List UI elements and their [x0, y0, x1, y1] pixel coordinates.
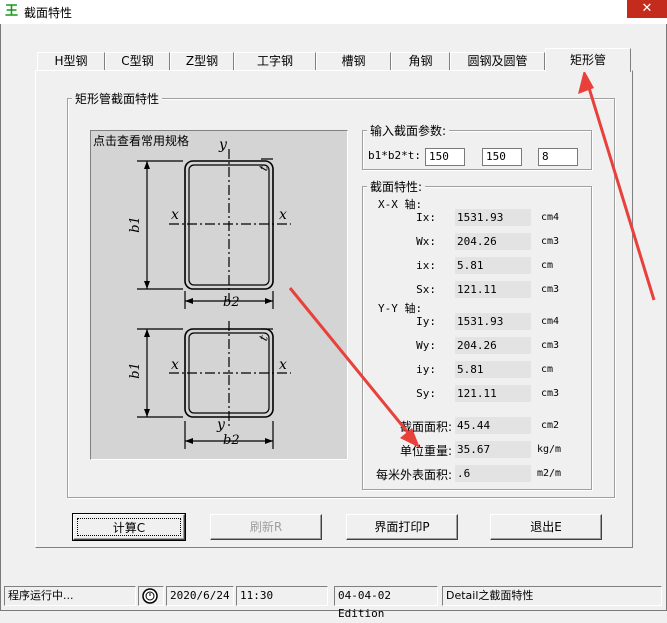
tab-h-steel[interactable]: H型钢	[37, 52, 105, 70]
wx-label: Wx:	[416, 235, 436, 248]
b2-input[interactable]: 150	[482, 148, 522, 166]
status-time: 11:30	[236, 586, 328, 606]
tab-channel[interactable]: 槽钢	[316, 52, 391, 70]
close-button[interactable]: ✕	[627, 0, 667, 18]
diagram-bottom-b1-label: b1	[127, 362, 143, 379]
sy-value: 121.11	[455, 385, 531, 402]
ry-label: iy:	[416, 363, 436, 376]
surface-value: .6	[455, 465, 531, 482]
wy-unit: cm3	[541, 340, 560, 351]
diagram-top-y-label: y	[219, 137, 227, 153]
status-text: 程序运行中...	[4, 586, 136, 606]
section-group-label: 矩形管截面特性	[72, 90, 163, 107]
ry-value: 5.81	[455, 361, 531, 378]
input-params-label: 输入截面参数:	[367, 122, 450, 139]
window-title: 截面特性	[24, 6, 73, 20]
sx-label: Sx:	[416, 283, 436, 296]
rx-label: ix:	[416, 259, 436, 272]
diagram-bottom-b2-label: b2	[223, 433, 240, 448]
area-value: 45.44	[455, 417, 531, 434]
t-input[interactable]: 8	[538, 148, 578, 166]
iy-unit: cm4	[541, 316, 560, 327]
b1-input[interactable]: 150	[425, 148, 465, 166]
weight-value: 35.67	[455, 441, 531, 458]
calculate-button[interactable]: 计算C	[72, 513, 186, 541]
sx-value: 121.11	[455, 281, 531, 298]
xx-axis-label: X-X 轴:	[378, 198, 423, 211]
refresh-button[interactable]: 刷新R	[210, 514, 322, 540]
print-button[interactable]: 界面打印P	[346, 514, 458, 540]
surface-unit: m2/m	[537, 468, 562, 479]
ry-unit: cm	[541, 364, 554, 375]
surface-label: 每米外表面积:	[375, 468, 452, 482]
diagram-top-b1-label: b1	[127, 216, 143, 233]
status-date: 2020/6/24	[166, 586, 234, 606]
status-detail: Detail之截面特性	[442, 586, 662, 606]
calculate-button-label: 计算C	[77, 518, 181, 536]
area-label: 截面面积:	[399, 420, 452, 434]
iy-label: Iy:	[416, 315, 436, 328]
size-field-label: b1*b2*t:	[368, 149, 421, 162]
sx-unit: cm3	[541, 284, 560, 295]
wy-label: Wy:	[416, 339, 436, 352]
wx-value: 204.26	[455, 233, 531, 250]
status-edition: 04-04-02 Edition	[334, 586, 438, 620]
tab-angle[interactable]: 角钢	[391, 52, 450, 70]
diagram-bottom-y-label: y	[217, 417, 225, 433]
weight-unit: kg/m	[537, 444, 562, 455]
tab-round-tube[interactable]: 圆钢及圆管	[450, 52, 545, 70]
diagram-bottom-x-left: x	[171, 357, 179, 373]
ix-label: Ix:	[416, 211, 436, 224]
ix-value: 1531.93	[455, 209, 531, 226]
yy-axis-label: Y-Y 轴:	[378, 302, 423, 315]
diagram-top-b2-label: b2	[223, 295, 240, 310]
tab-rect-tube[interactable]: 矩形管	[545, 48, 631, 72]
rx-value: 5.81	[455, 257, 531, 274]
sy-label: Sy:	[416, 387, 436, 400]
clock-icon	[142, 588, 158, 604]
diagram-top-x-right: x	[279, 207, 287, 223]
iy-value: 1531.93	[455, 313, 531, 330]
diagram-top-x-left: x	[171, 207, 179, 223]
weight-label: 单位重量:	[399, 444, 452, 458]
properties-label: 截面特性:	[367, 178, 426, 195]
sy-unit: cm3	[541, 388, 560, 399]
app-icon: 王	[4, 4, 18, 19]
clock-icon-cell	[138, 586, 164, 606]
rx-unit: cm	[541, 260, 554, 271]
title-bar: 王 截面特性 ✕	[0, 0, 667, 24]
exit-button[interactable]: 退出E	[490, 514, 602, 540]
wy-value: 204.26	[455, 337, 531, 354]
area-unit: cm2	[541, 420, 560, 431]
tab-c-steel[interactable]: C型钢	[105, 52, 170, 70]
diagram-bottom-x-right: x	[279, 357, 287, 373]
diagram-drawing	[137, 149, 291, 449]
ix-unit: cm4	[541, 212, 560, 223]
wx-unit: cm3	[541, 236, 560, 247]
tab-i-beam[interactable]: 工字钢	[234, 52, 316, 70]
tab-z-steel[interactable]: Z型钢	[170, 52, 234, 70]
section-diagram[interactable]: 点击查看常用规格 y x x t b1 b2 x x t b1 y b2	[90, 130, 348, 460]
